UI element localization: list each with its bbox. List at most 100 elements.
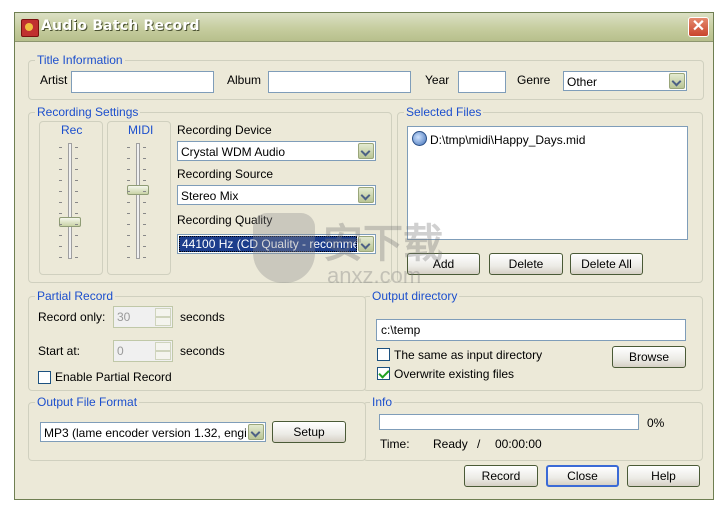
slider-tick <box>143 180 146 181</box>
info-legend: Info <box>372 395 393 409</box>
slider-tick <box>127 147 130 148</box>
progress-bar <box>379 414 639 430</box>
slider-tick <box>75 169 78 170</box>
slider-tick <box>143 169 146 170</box>
close-icon[interactable]: ✕ <box>688 17 709 37</box>
enable-partial-checkbox[interactable] <box>38 371 51 384</box>
browse-button[interactable]: Browse <box>612 346 686 368</box>
slider-tick <box>143 257 146 258</box>
slider-tick <box>127 235 130 236</box>
chevron-up-icon[interactable] <box>155 308 171 317</box>
chevron-down-icon[interactable] <box>358 236 374 252</box>
start-at-value: 0 <box>117 344 124 358</box>
slider-tick <box>143 224 146 225</box>
selected-files-legend: Selected Files <box>406 105 482 119</box>
close-button[interactable]: Close <box>546 465 619 487</box>
setup-button[interactable]: Setup <box>272 421 346 443</box>
delete-all-button[interactable]: Delete All <box>570 253 643 275</box>
slider-tick <box>75 213 78 214</box>
chevron-down-icon[interactable] <box>358 187 374 203</box>
slider-tick <box>143 235 146 236</box>
midi-slider-label: MIDI <box>128 123 154 137</box>
slider-tick <box>127 158 130 159</box>
chevron-down-icon[interactable] <box>155 317 171 326</box>
record-only-label: Record only: <box>38 310 106 324</box>
time-separator: / <box>477 437 481 451</box>
slider-tick <box>127 191 130 192</box>
artist-input[interactable] <box>71 71 214 93</box>
delete-button[interactable]: Delete <box>489 253 563 275</box>
recording-device-label: Recording Device <box>177 123 272 137</box>
slider-tick <box>127 257 130 258</box>
slider-tick <box>59 191 62 192</box>
title-bar[interactable]: Audio Batch Record ✕ <box>15 13 713 42</box>
output-format-legend: Output File Format <box>37 395 138 409</box>
recording-settings-legend: Recording Settings <box>37 105 139 119</box>
year-input[interactable] <box>458 71 506 93</box>
add-button[interactable]: Add <box>407 253 480 275</box>
slider-tick <box>59 246 62 247</box>
slider-tick <box>143 147 146 148</box>
slider-tick <box>59 147 62 148</box>
slider-tick <box>75 202 78 203</box>
main-window: Audio Batch Record ✕ Title Information A… <box>14 12 714 500</box>
record-only-unit: seconds <box>180 310 225 324</box>
chevron-down-icon[interactable] <box>155 351 171 360</box>
overwrite-checkbox[interactable] <box>377 367 390 380</box>
slider-tick <box>75 235 78 236</box>
slider-tick <box>143 246 146 247</box>
rec-slider-track[interactable] <box>68 143 72 259</box>
slider-tick <box>59 180 62 181</box>
recording-source-value: Stereo Mix <box>181 189 239 203</box>
slider-tick <box>127 213 130 214</box>
slider-tick <box>75 158 78 159</box>
slider-tick <box>127 202 130 203</box>
same-as-input-checkbox[interactable] <box>377 348 390 361</box>
chevron-down-icon[interactable] <box>669 73 685 89</box>
chevron-down-icon[interactable] <box>358 143 374 159</box>
album-input[interactable] <box>268 71 411 93</box>
slider-tick <box>59 235 62 236</box>
selected-files-list[interactable]: D:\tmp\midi\Happy_Days.mid <box>407 126 688 240</box>
slider-tick <box>143 213 146 214</box>
start-at-unit: seconds <box>180 344 225 358</box>
overwrite-label[interactable]: Overwrite existing files <box>394 367 514 381</box>
genre-label: Genre <box>517 73 551 87</box>
audio-app-icon <box>21 19 39 37</box>
recording-quality-label: Recording Quality <box>177 213 273 227</box>
record-button[interactable]: Record <box>464 465 538 487</box>
slider-tick <box>59 158 62 159</box>
chevron-down-icon[interactable] <box>248 424 264 440</box>
progress-percent: 0% <box>647 416 665 430</box>
output-format-select[interactable]: MP3 (lame encoder version 1.32, engine 3 <box>40 422 266 442</box>
slider-tick <box>75 224 78 225</box>
output-directory-input[interactable]: c:\temp <box>376 319 686 341</box>
recording-device-select[interactable]: Crystal WDM Audio <box>177 141 376 161</box>
recording-source-label: Recording Source <box>177 167 274 181</box>
slider-tick <box>59 224 62 225</box>
slider-tick <box>75 180 78 181</box>
slider-tick <box>75 257 78 258</box>
list-item[interactable]: D:\tmp\midi\Happy_Days.mid <box>412 131 585 147</box>
start-at-stepper[interactable]: 0 <box>113 340 173 362</box>
record-only-stepper[interactable]: 30 <box>113 306 173 328</box>
slider-tick <box>75 191 78 192</box>
same-as-input-label[interactable]: The same as input directory <box>394 348 542 362</box>
slider-tick <box>75 147 78 148</box>
slider-tick <box>143 158 146 159</box>
recording-source-select[interactable]: Stereo Mix <box>177 185 376 205</box>
window-title: Audio Batch Record <box>41 18 200 34</box>
chevron-up-icon[interactable] <box>155 342 171 351</box>
midi-slider-track[interactable] <box>136 143 140 259</box>
recording-quality-select[interactable]: 44100 Hz (CD Quality - recommended) <box>177 234 376 254</box>
genre-select[interactable]: Other <box>563 71 687 91</box>
time-label: Time: <box>380 437 410 451</box>
slider-tick <box>59 202 62 203</box>
artist-label: Artist <box>40 73 68 87</box>
rec-slider-label: Rec <box>61 123 83 137</box>
genre-value: Other <box>567 75 598 89</box>
rec-slider-thumb[interactable] <box>59 217 81 228</box>
slider-tick <box>59 213 62 214</box>
enable-partial-label[interactable]: Enable Partial Record <box>55 370 172 384</box>
help-button[interactable]: Help <box>627 465 700 487</box>
